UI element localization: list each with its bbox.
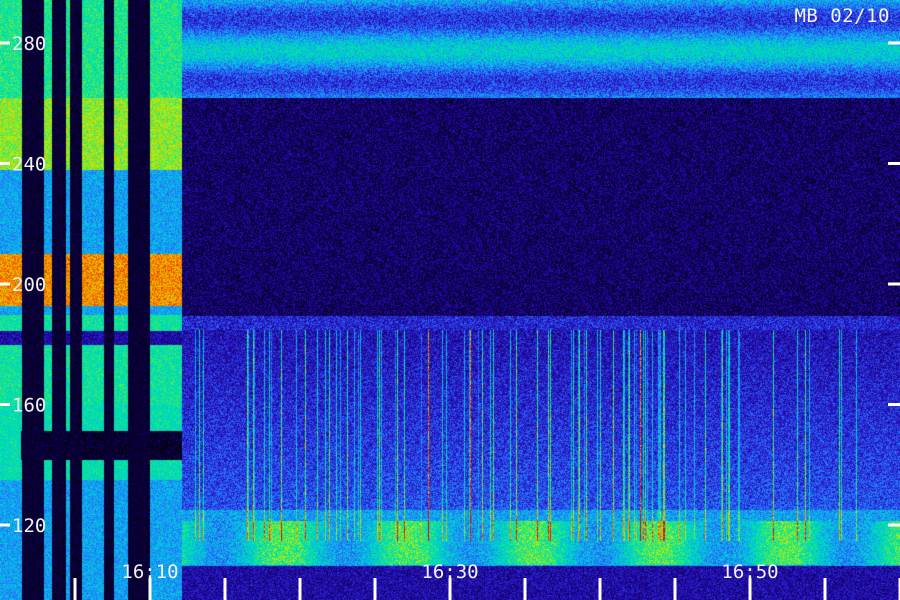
y-tick-label: 120 bbox=[12, 515, 46, 537]
y-tick-label: 160 bbox=[12, 395, 46, 417]
axes-overlay: 12016020024028016:10 16:30 16:50 bbox=[0, 33, 900, 600]
y-tick-label: 240 bbox=[12, 154, 46, 176]
y-tick-label: 200 bbox=[12, 274, 46, 296]
y-tick-label: 280 bbox=[12, 33, 46, 55]
